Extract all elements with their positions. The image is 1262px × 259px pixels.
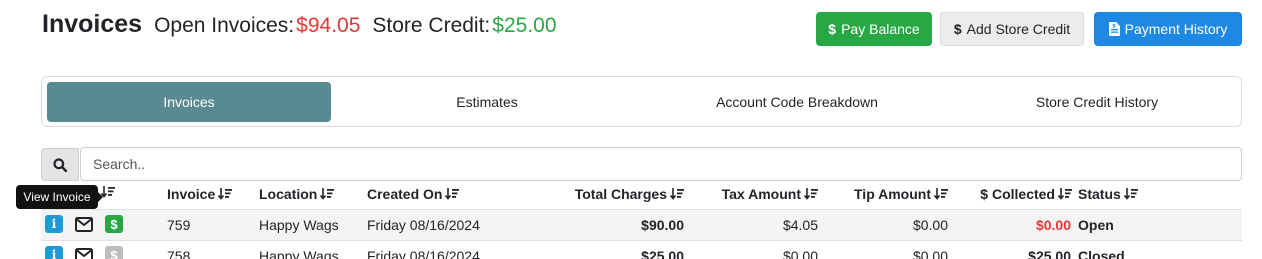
tab-invoices[interactable]: Invoices	[47, 82, 331, 122]
view-invoice-button[interactable]: i	[45, 215, 63, 233]
column-header-status[interactable]: Status	[1078, 186, 1138, 202]
cell-collected: $0.00	[1035, 217, 1071, 233]
column-total-label: Total Charges	[574, 186, 667, 202]
cell-invoice[interactable]: 759	[167, 210, 190, 240]
cell-total-charges: $25.00	[641, 248, 684, 259]
column-header-created-on[interactable]: Created On	[367, 186, 460, 202]
add-store-credit-label: Add Store Credit	[966, 21, 1071, 37]
tab-estimates[interactable]: Estimates	[337, 82, 637, 122]
open-invoices-label: Open Invoices:	[154, 14, 295, 37]
envelope-icon	[75, 247, 93, 259]
store-credit-label: Store Credit:	[372, 14, 491, 37]
column-collected-label: $ Collected	[980, 186, 1055, 202]
payment-history-button[interactable]: $ Payment History	[1094, 12, 1242, 46]
sort-icon	[804, 187, 818, 200]
column-tip-label: Tip Amount	[854, 186, 931, 202]
table-row: i $ 758 Happy Wags Friday 08/16/2024 $25…	[41, 240, 1242, 259]
page-title: Invoices	[42, 10, 143, 38]
column-invoice-label: Invoice	[167, 186, 216, 202]
email-invoice-button[interactable]	[75, 246, 93, 259]
sort-icon	[670, 187, 684, 200]
pay-invoice-button[interactable]: $	[105, 215, 123, 233]
table-row: i $ 759 Happy Wags Friday 08/16/2024 $90…	[41, 209, 1242, 240]
sort-icon	[101, 186, 115, 198]
column-tax-label: Tax Amount	[721, 186, 801, 202]
store-credit-value: $25.00	[492, 14, 557, 37]
cell-status: Open	[1078, 217, 1114, 233]
info-icon: i	[51, 248, 57, 259]
column-header-collected[interactable]: $ Collected	[960, 186, 1072, 202]
cell-created-on: Friday 08/16/2024	[367, 248, 480, 259]
actions-sort[interactable]	[101, 186, 115, 199]
sort-icon	[218, 187, 233, 200]
dollar-icon: $	[828, 21, 837, 37]
search-button[interactable]	[41, 148, 79, 181]
sort-icon	[445, 187, 460, 200]
column-header-tip-amount[interactable]: Tip Amount	[830, 186, 948, 202]
view-invoice-button[interactable]: i	[45, 246, 63, 259]
column-header-tax-amount[interactable]: Tax Amount	[690, 186, 818, 202]
pay-invoice-button[interactable]: $	[105, 246, 123, 259]
dollar-icon: $	[110, 247, 118, 259]
column-header-location[interactable]: Location	[259, 186, 335, 202]
search-icon	[53, 157, 67, 172]
svg-text:$: $	[1112, 24, 1116, 30]
cell-status: Closed	[1078, 248, 1125, 259]
tab-bar: Invoices Estimates Account Code Breakdow…	[41, 76, 1242, 127]
column-header-total-charges[interactable]: Total Charges	[540, 186, 684, 202]
open-invoices-value: $94.05	[296, 14, 361, 37]
column-created-label: Created On	[367, 186, 443, 202]
column-location-label: Location	[259, 186, 318, 202]
page-header: Invoices Open Invoices: $94.05 Store Cre…	[42, 10, 557, 39]
cell-tip-amount: $0.00	[912, 217, 948, 233]
pay-balance-label: Pay Balance	[841, 21, 920, 37]
cell-location: Happy Wags	[259, 248, 339, 259]
column-header-invoice[interactable]: Invoice	[167, 186, 233, 202]
cell-total-charges: $90.00	[641, 217, 684, 233]
sort-icon	[934, 187, 948, 200]
pay-balance-button[interactable]: $ Pay Balance	[816, 12, 932, 46]
dollar-icon: $	[953, 21, 962, 37]
sort-icon	[1123, 187, 1138, 200]
column-status-label: Status	[1078, 186, 1121, 202]
cell-location: Happy Wags	[259, 217, 339, 233]
cell-tax-amount: $0.00	[782, 248, 818, 259]
tab-store-credit-history[interactable]: Store Credit History	[947, 82, 1247, 122]
payment-history-label: Payment History	[1124, 21, 1228, 37]
sort-icon	[320, 187, 335, 200]
view-invoice-tooltip: View Invoice	[16, 185, 103, 209]
email-invoice-button[interactable]	[75, 215, 93, 233]
tab-account-code-breakdown[interactable]: Account Code Breakdown	[642, 82, 952, 122]
cell-tax-amount: $4.05	[782, 217, 818, 233]
search-input[interactable]	[80, 147, 1242, 181]
cell-invoice[interactable]: 758	[167, 241, 190, 259]
envelope-icon	[75, 216, 93, 232]
dollar-icon: $	[110, 216, 118, 232]
cell-tip-amount: $0.00	[912, 248, 948, 259]
info-icon: i	[51, 217, 57, 231]
cell-created-on: Friday 08/16/2024	[367, 217, 480, 233]
sort-icon	[1058, 187, 1072, 200]
cell-collected: $25.00	[1028, 248, 1071, 259]
file-invoice-icon: $	[1108, 22, 1120, 36]
add-store-credit-button[interactable]: $ Add Store Credit	[940, 12, 1084, 46]
